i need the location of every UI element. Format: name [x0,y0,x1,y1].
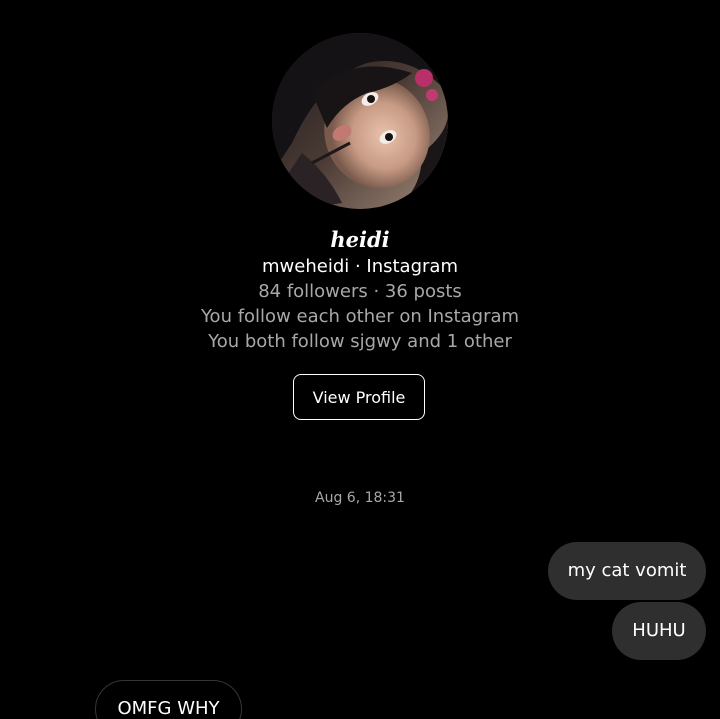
profile-avatar[interactable] [272,33,448,209]
view-profile-button[interactable]: View Profile [293,374,425,420]
profile-stats: 84 followers · 36 posts [258,281,462,302]
message-text: HUHU [632,620,686,641]
profile-display-name: heidi [330,227,390,252]
profile-handle: mweheidi · Instagram [262,256,458,277]
mutual-follows: You both follow sjgwy and 1 other [208,331,512,352]
avatar-photo [272,33,448,209]
follow-status: You follow each other on Instagram [200,306,520,327]
chat-screen: heidi mweheidi · Instagram 84 followers … [0,0,720,719]
message-text: my cat vomit [567,560,687,581]
outgoing-message-bubble[interactable]: HUHU [612,602,706,660]
outgoing-message-bubble[interactable]: my cat vomit [548,542,706,600]
message-text: OMFG WHY [117,698,220,719]
message-timestamp: Aug 6, 18:31 [315,490,405,506]
incoming-message-bubble[interactable]: OMFG WHY [95,680,242,719]
